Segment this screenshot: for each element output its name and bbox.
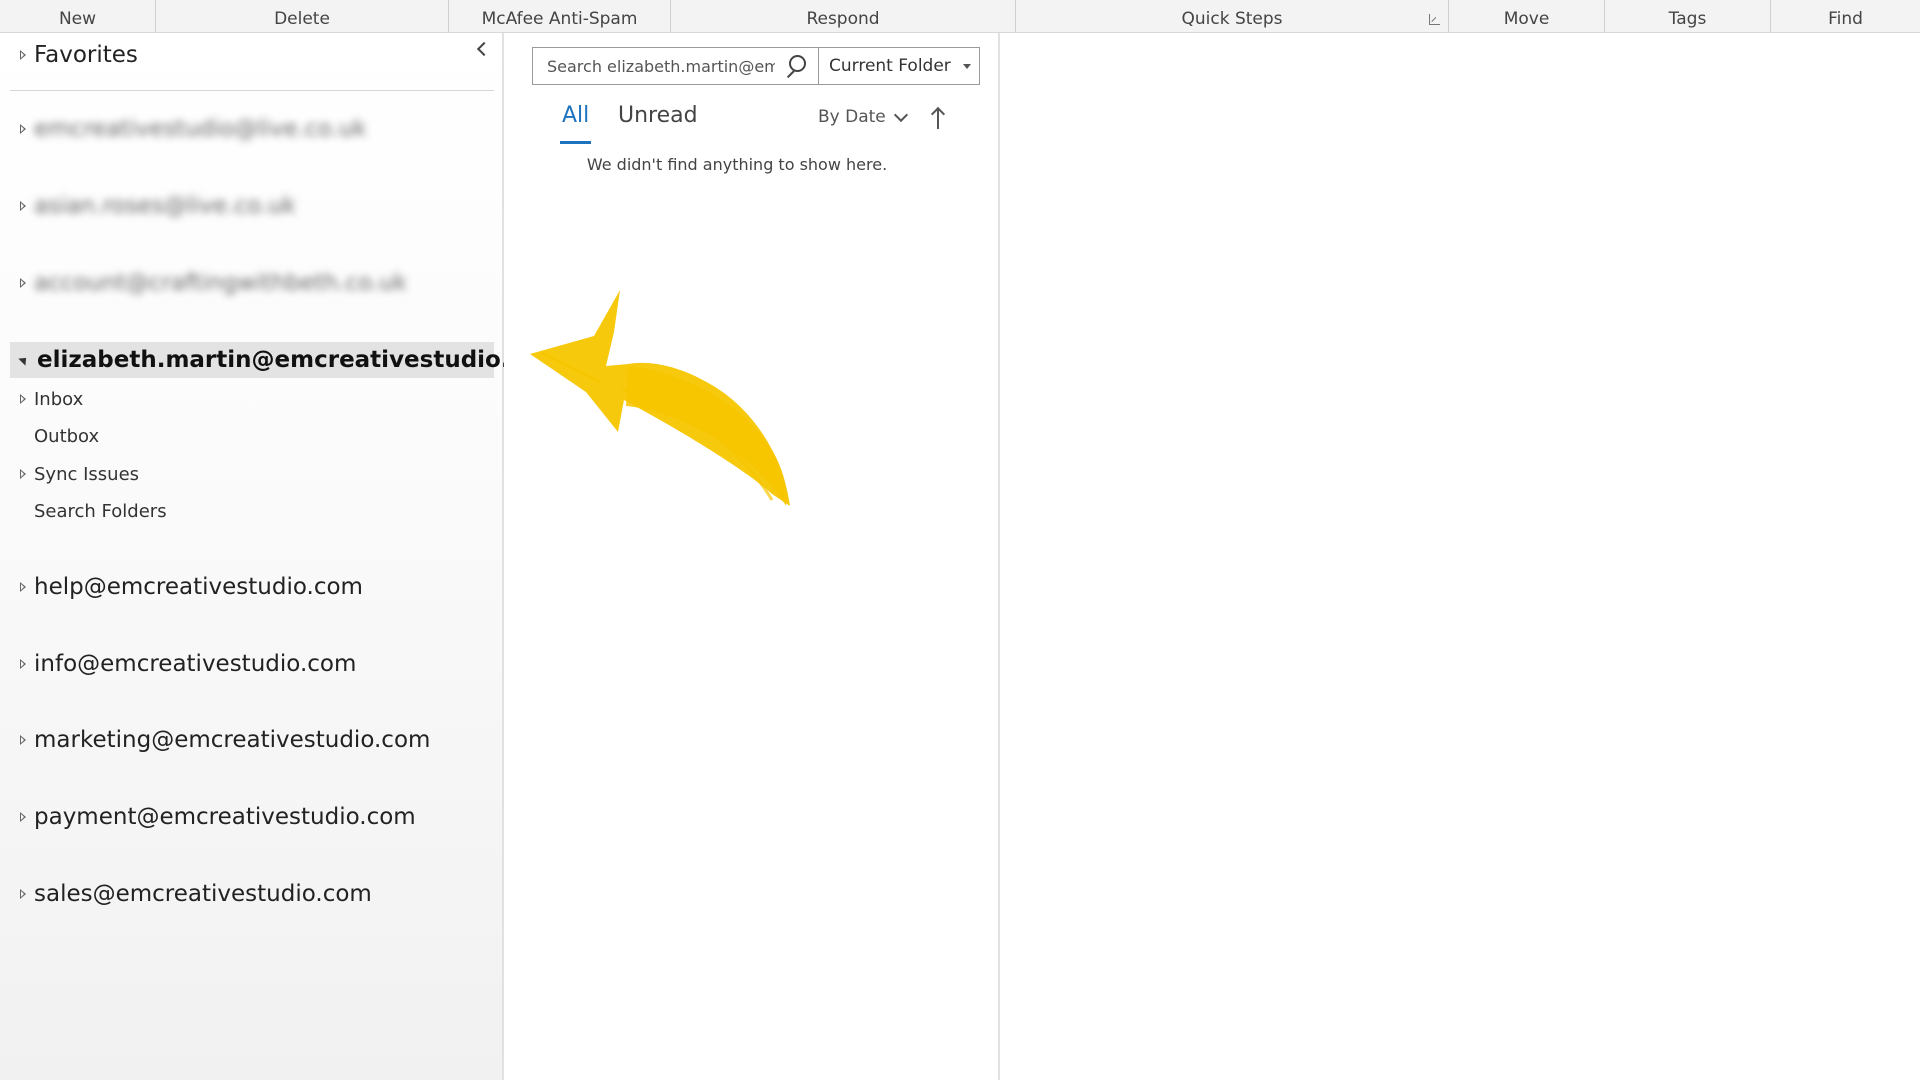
search-icon[interactable]	[783, 54, 807, 78]
search-scope-label: Current Folder	[829, 56, 951, 76]
chevron-down-icon	[893, 107, 908, 122]
ribbon-group-quick-steps[interactable]: Quick Steps	[1016, 0, 1449, 32]
folder-search-folders[interactable]: Search Folders	[10, 493, 494, 529]
tab-unread[interactable]: Unread	[618, 103, 698, 128]
tab-all[interactable]: All	[560, 103, 592, 144]
expand-triangle-icon[interactable]	[20, 201, 26, 211]
account-label: help@emcreativestudio.com	[34, 574, 363, 600]
account-item-sales[interactable]: sales@emcreativestudio.com	[10, 876, 494, 912]
sort-direction-arrow-up-icon[interactable]	[928, 105, 948, 131]
expand-triangle-icon[interactable]	[20, 582, 26, 592]
favorites-header[interactable]: Favorites	[10, 37, 494, 73]
favorites-label: Favorites	[34, 42, 138, 68]
account-label: sales@emcreativestudio.com	[34, 881, 372, 907]
caret-down-icon	[963, 64, 971, 69]
reading-pane	[1000, 33, 1920, 1080]
empty-list-message: We didn't find anything to show here.	[586, 155, 888, 174]
folder-outbox[interactable]: Outbox	[10, 418, 494, 454]
arrow-shape	[530, 290, 790, 506]
expand-triangle-icon[interactable]	[20, 124, 26, 134]
expand-triangle-icon[interactable]	[20, 278, 26, 288]
ribbon-group-new[interactable]: New	[0, 0, 156, 32]
dialog-launcher-icon[interactable]	[1429, 14, 1440, 25]
expand-triangle-icon[interactable]	[20, 394, 26, 404]
search-box[interactable]	[532, 47, 818, 85]
expand-triangle-icon[interactable]	[20, 735, 26, 745]
expand-triangle-icon[interactable]	[20, 812, 26, 822]
account-item-selected[interactable]: elizabeth.martin@emcreativestudio.com	[10, 342, 563, 378]
folder-label: Inbox	[34, 388, 84, 410]
account-label: payment@emcreativestudio.com	[34, 804, 416, 830]
account-item-2[interactable]: asian.roses@live.co.uk	[10, 188, 494, 224]
folder-inbox[interactable]: Inbox	[10, 381, 494, 417]
folder-sync-issues[interactable]: Sync Issues	[10, 456, 494, 492]
expand-triangle-icon[interactable]	[20, 659, 26, 669]
account-label: account@craftingwithbeth.co.uk	[34, 270, 408, 296]
folder-label: Search Folders	[34, 500, 167, 522]
collapse-triangle-icon[interactable]	[18, 354, 30, 366]
account-item-marketing[interactable]: marketing@emcreativestudio.com	[10, 722, 494, 758]
expand-triangle-icon[interactable]	[20, 469, 26, 479]
account-item-info[interactable]: info@emcreativestudio.com	[10, 646, 494, 682]
annotation-arrow	[530, 290, 790, 506]
account-item-1[interactable]: emcreativestudio@live.co.uk	[10, 111, 494, 147]
sort-by-label: By Date	[818, 107, 886, 127]
tab-all-label: All	[562, 103, 590, 128]
ribbon-group-delete[interactable]: Delete	[156, 0, 449, 32]
ribbon: New Delete McAfee Anti-Spam Respond Quic…	[0, 0, 1920, 33]
ribbon-group-find[interactable]: Find	[1771, 0, 1920, 32]
expand-triangle-icon[interactable]	[20, 889, 26, 899]
account-item-3[interactable]: account@craftingwithbeth.co.uk	[10, 265, 494, 301]
account-label: emcreativestudio@live.co.uk	[34, 116, 367, 142]
account-label: elizabeth.martin@emcreativestudio.com	[37, 347, 564, 373]
ribbon-group-mcafee-anti-spam[interactable]: McAfee Anti-Spam	[449, 0, 671, 32]
active-tab-indicator	[560, 141, 592, 144]
ribbon-group-move[interactable]: Move	[1449, 0, 1605, 32]
message-list-pane: Current Folder All Unread By Date We did…	[504, 33, 1000, 1080]
folder-label: Outbox	[34, 425, 100, 447]
divider	[10, 90, 494, 91]
account-label: marketing@emcreativestudio.com	[34, 727, 431, 753]
account-label: info@emcreativestudio.com	[34, 651, 357, 677]
folder-pane: Favorites emcreativestudio@live.co.uk as…	[0, 33, 563, 1080]
ribbon-group-respond[interactable]: Respond	[671, 0, 1016, 32]
account-item-payment[interactable]: payment@emcreativestudio.com	[10, 799, 494, 835]
account-label: asian.roses@live.co.uk	[34, 193, 296, 219]
ribbon-group-tags[interactable]: Tags	[1605, 0, 1771, 32]
ribbon-group-quick-steps-label: Quick Steps	[1181, 9, 1283, 29]
expand-triangle-icon[interactable]	[20, 50, 26, 60]
sort-by-dropdown[interactable]: By Date	[818, 107, 908, 127]
folder-label: Sync Issues	[34, 463, 140, 485]
account-item-help[interactable]: help@emcreativestudio.com	[10, 569, 494, 605]
search-scope-dropdown[interactable]: Current Folder	[818, 47, 980, 85]
tab-unread-label: Unread	[618, 103, 698, 128]
search-input[interactable]	[545, 55, 777, 77]
